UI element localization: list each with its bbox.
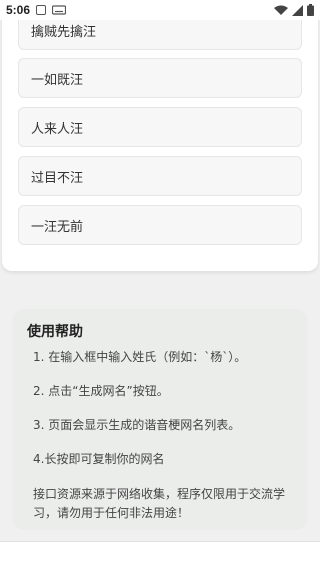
bottom-area bbox=[0, 541, 320, 569]
status-time: 5:06 bbox=[6, 3, 31, 17]
keyboard-icon bbox=[52, 5, 67, 15]
result-item[interactable]: 过目不汪 bbox=[18, 156, 302, 196]
help-title: 使用帮助 bbox=[27, 324, 83, 340]
result-text: 过目不汪 bbox=[31, 170, 84, 186]
result-item[interactable]: 一汪无前 bbox=[18, 205, 302, 245]
wifi-icon bbox=[274, 5, 288, 15]
help-card: 使用帮助 1. 在输入框中输入姓氏（例如：`杨`）。 2. 点击“生成网名”按钮… bbox=[13, 309, 307, 530]
notification-a-icon bbox=[36, 5, 47, 15]
help-step-4: 4.长按即可复制你的网名 bbox=[33, 452, 165, 466]
result-text: 一汪无前 bbox=[31, 219, 84, 235]
battery-icon bbox=[307, 4, 314, 16]
result-text: 人来人汪 bbox=[31, 121, 84, 137]
help-step-1: 1. 在输入框中输入姓氏（例如：`杨`）。 bbox=[33, 350, 247, 364]
results-card: 擒贼先擒汪 一如既汪 人来人汪 过目不汪 一汪无前 bbox=[2, 0, 318, 271]
signal-icon bbox=[292, 4, 303, 16]
result-text: 一如既汪 bbox=[31, 72, 84, 88]
result-item[interactable]: 人来人汪 bbox=[18, 107, 302, 147]
status-right bbox=[274, 4, 314, 16]
help-disclaimer: 接口资源来源于网络收集，程序仅限用于交流学习，请勿用于任何非法用途！ bbox=[33, 487, 286, 520]
result-item[interactable]: 一如既汪 bbox=[18, 58, 302, 98]
result-text: 擒贼先擒汪 bbox=[31, 24, 97, 40]
help-step-3: 3. 页面会显示生成的谐音梗网名列表。 bbox=[33, 418, 241, 432]
status-bar: 5:06 bbox=[0, 0, 320, 20]
status-left: 5:06 bbox=[6, 3, 67, 17]
help-step-2: 2. 点击“生成网名”按钮。 bbox=[33, 384, 169, 398]
